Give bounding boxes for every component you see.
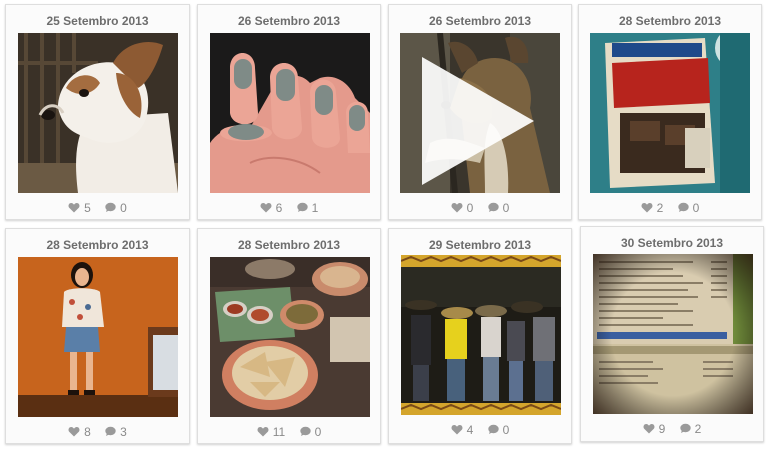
likes-value: 2	[656, 200, 664, 215]
photo-date: 26 Setembro 2013	[428, 14, 532, 28]
heart-icon	[451, 425, 463, 435]
comments-value: 0	[692, 200, 700, 215]
photo-stats: 9 2	[581, 421, 763, 436]
comments-value: 0	[120, 200, 127, 215]
photo-date: 29 Setembro 2013	[428, 238, 532, 252]
likes-count[interactable]: 6	[260, 200, 283, 215]
likes-value: 5	[84, 200, 91, 215]
comments-count[interactable]: 0	[487, 422, 510, 437]
nachos-photo	[210, 257, 370, 417]
likes-count[interactable]: 5	[68, 201, 91, 215]
photo-stats: 5 0	[6, 200, 189, 215]
photo-thumbnail[interactable]	[593, 254, 753, 414]
comments-count[interactable]: 0	[677, 200, 700, 215]
likes-count[interactable]: 2	[641, 200, 664, 215]
likes-value: 0	[466, 200, 474, 215]
comment-bubble-icon	[296, 203, 308, 213]
photo-date: 25 Setembro 2013	[46, 14, 149, 28]
photo-card[interactable]: 25 Setembro 2013 5 0	[5, 4, 190, 220]
heart-icon	[260, 203, 272, 213]
comment-bubble-icon	[487, 203, 499, 213]
comments-count[interactable]: 0	[487, 200, 510, 215]
comments-value: 0	[502, 422, 510, 437]
comments-value: 0	[314, 424, 322, 439]
likes-count[interactable]: 8	[68, 425, 91, 439]
likes-count[interactable]: 0	[451, 200, 474, 215]
screen-photo	[593, 254, 753, 414]
heart-icon	[68, 427, 80, 437]
likes-value: 4	[466, 422, 474, 437]
heart-icon	[641, 203, 653, 213]
photo-thumbnail[interactable]	[18, 33, 178, 193]
photo-stats: 6 1	[198, 200, 380, 215]
photo-card[interactable]: 28 Setembro 2013 8 3	[5, 228, 190, 444]
photo-grid: 25 Setembro 2013 5 0 26 Setembro 2013 6 …	[0, 0, 767, 450]
heart-icon	[68, 203, 80, 213]
photo-card[interactable]: 29 Setembro 2013 4 0	[388, 228, 572, 444]
comments-value: 3	[120, 424, 127, 439]
comments-count[interactable]: 1	[296, 200, 319, 215]
video-thumbnail[interactable]	[400, 33, 560, 193]
likes-value: 9	[658, 421, 666, 436]
likes-count[interactable]: 4	[451, 422, 474, 437]
likes-value: 8	[84, 424, 91, 439]
photo-date: 28 Setembro 2013	[618, 14, 722, 28]
photo-stats: 8 3	[6, 424, 189, 439]
comments-count[interactable]: 2	[679, 421, 702, 436]
photo-date: 28 Setembro 2013	[237, 238, 341, 252]
photo-thumbnail[interactable]	[590, 33, 750, 193]
likes-count[interactable]: 9	[643, 421, 666, 436]
photo-thumbnail[interactable]	[18, 257, 178, 417]
photo-card[interactable]: 28 Setembro 2013 2 0	[578, 4, 762, 220]
comments-value: 0	[502, 200, 510, 215]
heart-icon	[257, 427, 269, 437]
comment-bubble-icon	[679, 424, 691, 434]
photo-card[interactable]: 30 Setembro 2013 9 2	[580, 226, 764, 442]
photo-thumbnail[interactable]	[210, 33, 370, 193]
likes-value: 6	[275, 200, 283, 215]
photo-date: 28 Setembro 2013	[46, 238, 149, 252]
group-photo	[401, 255, 561, 415]
comment-bubble-icon	[487, 425, 499, 435]
photo-thumbnail[interactable]	[210, 257, 370, 417]
photo-card[interactable]: 28 Setembro 2013 11 0	[197, 228, 381, 444]
woman-photo	[18, 257, 178, 417]
likes-count[interactable]: 11	[257, 425, 285, 439]
photo-thumbnail[interactable]	[401, 255, 561, 415]
play-icon	[422, 57, 534, 185]
comments-count[interactable]: 0	[299, 424, 322, 439]
photo-stats: 0 0	[389, 200, 571, 215]
photo-stats: 4 0	[389, 422, 571, 437]
photo-date: 30 Setembro 2013	[620, 236, 724, 250]
nails-photo	[210, 33, 370, 193]
dog-photo	[18, 33, 178, 193]
comment-bubble-icon	[105, 203, 116, 213]
photo-card[interactable]: 26 Setembro 2013 6 1	[197, 4, 381, 220]
comments-count[interactable]: 3	[104, 425, 127, 439]
comment-bubble-icon	[299, 427, 311, 437]
comments-count[interactable]: 0	[104, 201, 127, 215]
photo-date: 26 Setembro 2013	[237, 14, 341, 28]
comment-bubble-icon	[677, 203, 689, 213]
comments-value: 1	[311, 200, 319, 215]
comment-bubble-icon	[105, 427, 116, 437]
likes-value: 11	[272, 424, 286, 439]
chocolate-photo	[590, 33, 750, 193]
comments-value: 2	[694, 421, 702, 436]
photo-stats: 2 0	[579, 200, 761, 215]
photo-card[interactable]: 26 Setembro 2013 0 0	[388, 4, 572, 220]
heart-icon	[451, 203, 463, 213]
heart-icon	[643, 424, 655, 434]
photo-stats: 11 0	[198, 424, 380, 439]
